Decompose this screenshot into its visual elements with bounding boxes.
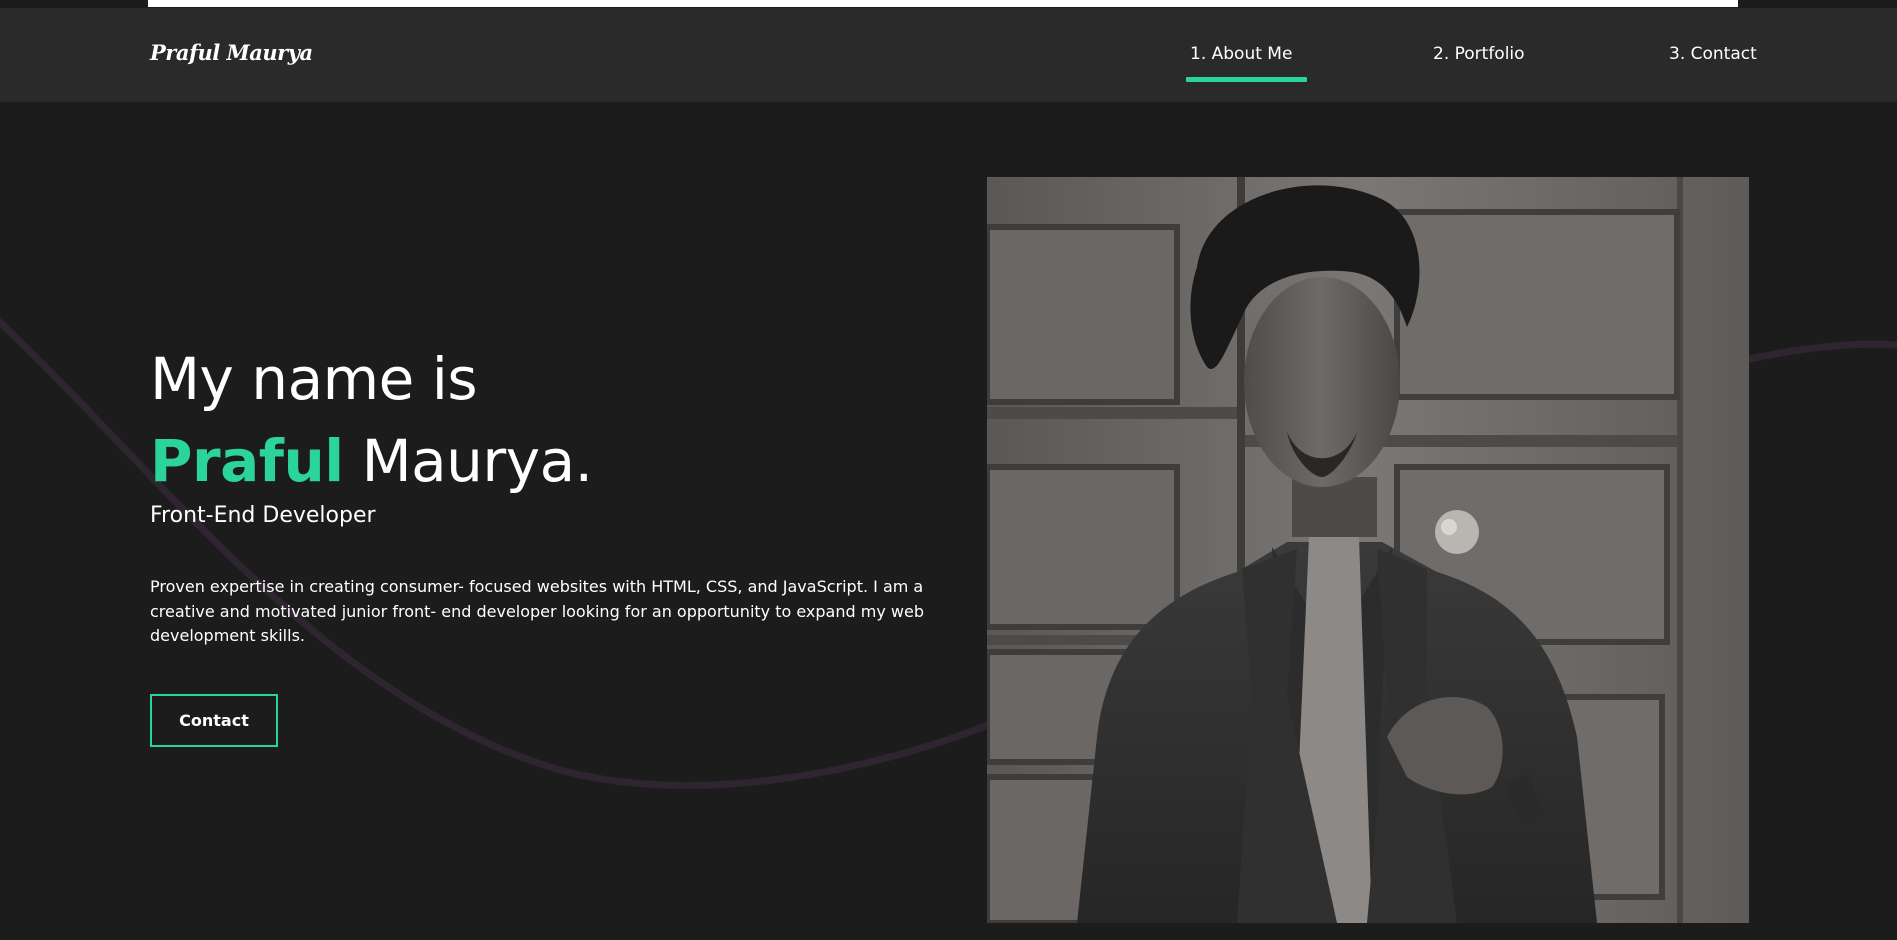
nav-link-about-me[interactable]: 1. About Me <box>1190 44 1292 64</box>
hero-bio: Proven expertise in creating consumer- f… <box>150 577 924 645</box>
nav-link-portfolio[interactable]: 2. Portfolio <box>1433 44 1525 64</box>
profile-photo <box>987 177 1749 923</box>
browser-top-strip <box>0 0 1897 8</box>
hero-last-name: Maurya. <box>343 427 594 495</box>
contact-button[interactable]: Contact <box>150 694 278 747</box>
hero-name: Praful Maurya. <box>150 432 593 490</box>
site-logo[interactable]: Praful Maurya <box>150 40 313 65</box>
nav-link-contact[interactable]: 3. Contact <box>1669 44 1757 64</box>
hero-first-name: Praful <box>150 427 344 495</box>
hero-role: Front-End Developer <box>150 503 376 528</box>
nav-active-underline <box>1186 77 1307 82</box>
hero-greeting: My name is <box>150 345 478 413</box>
top-strip-bar <box>148 0 1738 7</box>
top-navbar: Praful Maurya 1. About Me 2. Portfolio 3… <box>0 8 1897 102</box>
page: Praful Maurya 1. About Me 2. Portfolio 3… <box>0 0 1897 940</box>
